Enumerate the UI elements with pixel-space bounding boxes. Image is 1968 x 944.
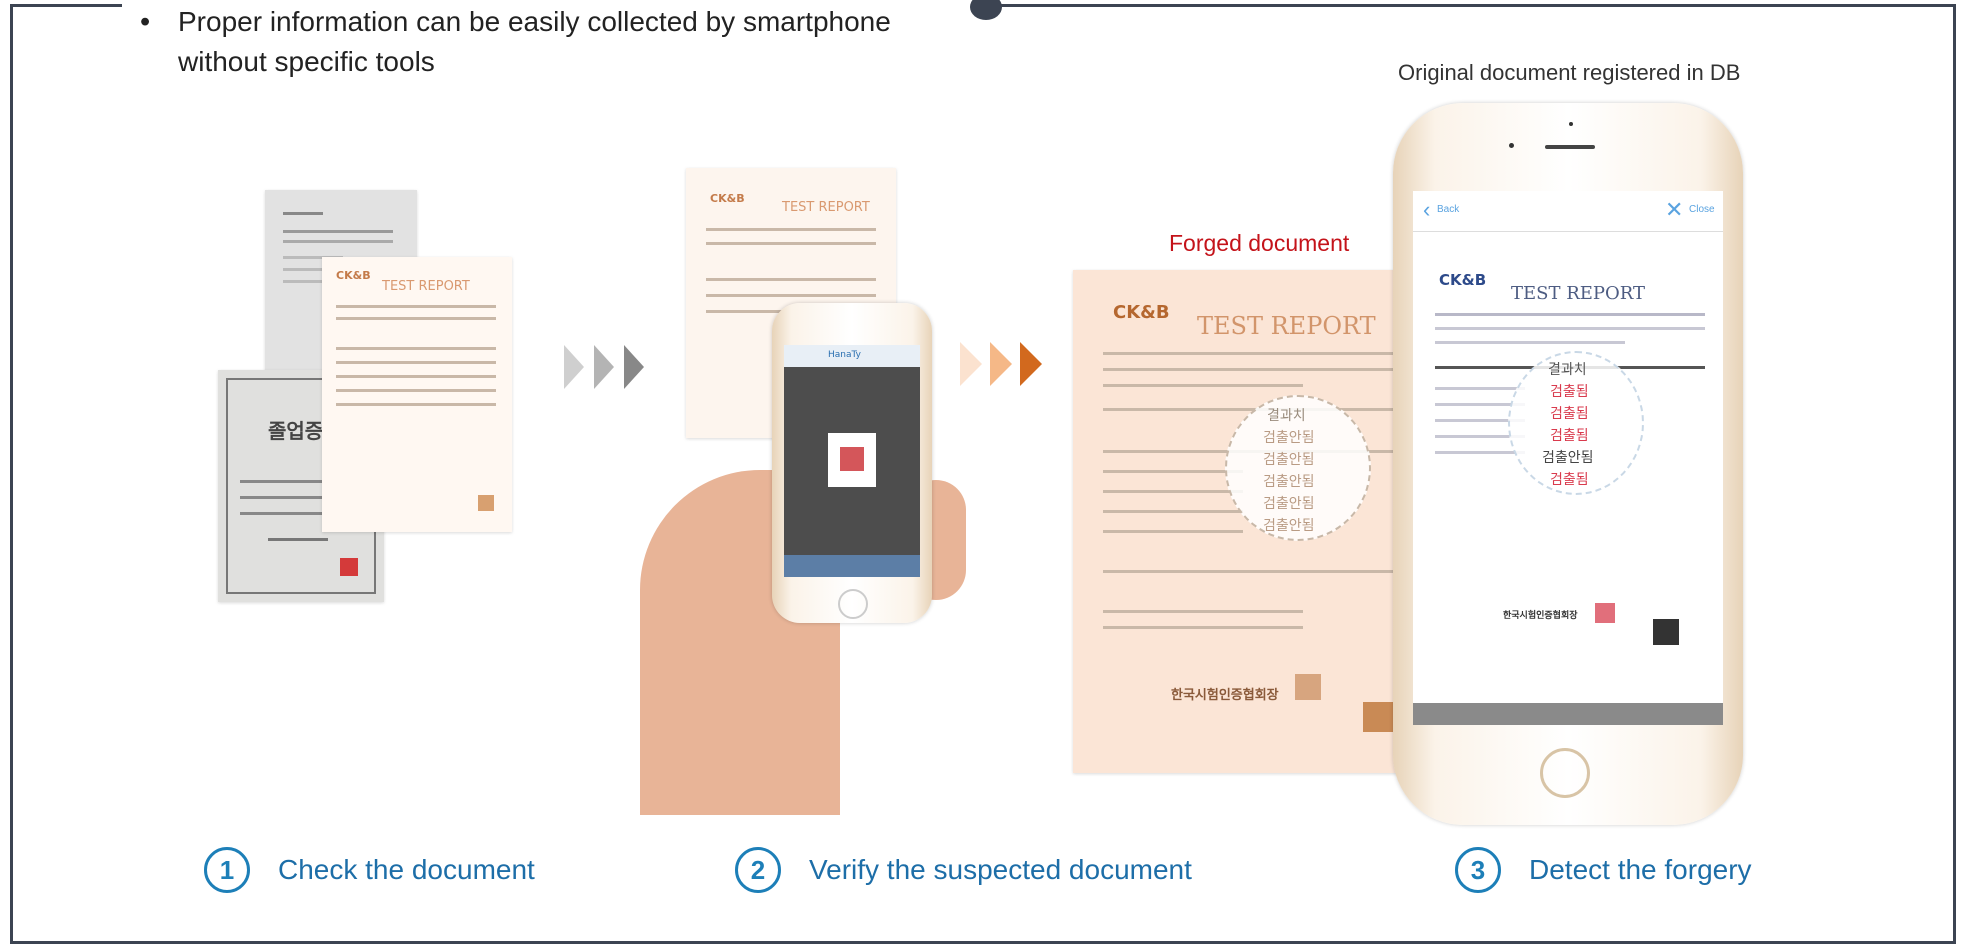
chevron-right-icon: [594, 345, 614, 389]
phone-screen: ‹ Back ✕ Close CK&B TEST REPORT 결과치 검출됨 …: [1413, 191, 1723, 725]
certificate-title: 졸업증: [268, 419, 324, 443]
qr-code-icon: [828, 433, 876, 487]
test-report-document: CK&B TEST REPORT: [322, 257, 512, 532]
report-title: TEST REPORT: [382, 279, 470, 294]
step-3: 3 Detect the forgery: [1455, 843, 1752, 897]
report-logo: CK&B: [336, 269, 371, 282]
forged-report-logo: CK&B: [1113, 302, 1170, 323]
close-icon[interactable]: ✕: [1665, 197, 1683, 223]
close-label[interactable]: Close: [1689, 204, 1715, 215]
scanning-phone: HanaTy: [772, 303, 932, 623]
step-3-label: Detect the forgery: [1529, 854, 1752, 885]
step-2-label: Verify the suspected document: [809, 854, 1192, 885]
original-document-phone: ‹ Back ✕ Close CK&B TEST REPORT 결과치 검출됨 …: [1393, 103, 1743, 825]
step-2: 2 Verify the suspected document: [735, 843, 1192, 897]
chevron-right-icon: [990, 342, 1012, 386]
db-seal-text: 한국시험인증협회장: [1503, 611, 1578, 621]
back-label[interactable]: Back: [1437, 204, 1459, 215]
db-zoom-circle: 결과치 검출됨 검출됨 검출됨 검출안됨 검출됨: [1508, 351, 1644, 495]
chevron-right-icon: [1020, 342, 1042, 386]
forged-document: CK&B TEST REPORT 결과치 검출안됨 검출안됨 검출안됨 검출안됨…: [1073, 270, 1430, 773]
bullet-marker: •: [140, 6, 151, 38]
phone-nav-bar: ‹ Back ✕ Close: [1413, 191, 1723, 232]
header-description: Proper information can be easily collect…: [178, 6, 891, 77]
step-1-label: Check the document: [278, 854, 535, 885]
db-report-title: TEST REPORT: [1511, 283, 1646, 304]
forged-zoom-circle: 결과치 검출안됨 검출안됨 검출안됨 검출안됨 검출안됨: [1225, 395, 1371, 541]
step-2-number-icon: 2: [735, 847, 781, 893]
caption-forged-document: Forged document: [1169, 230, 1350, 256]
home-button: [1540, 748, 1590, 798]
qr-code-icon: [1363, 702, 1393, 732]
forged-seal-text: 한국시험인증협회장: [1171, 688, 1279, 703]
step-1-number-icon: 1: [204, 847, 250, 893]
caption-original-document: Original document registered in DB: [1398, 60, 1741, 85]
forged-report-title: TEST REPORT: [1197, 312, 1376, 340]
step-3-number-icon: 3: [1455, 847, 1501, 893]
chevron-right-icon: [624, 345, 644, 389]
qr-code-icon: [1653, 619, 1679, 645]
phone-brand: HanaTy: [828, 350, 861, 360]
db-report-logo: CK&B: [1439, 271, 1487, 289]
chevron-right-icon: [960, 342, 982, 386]
frame-top-left-border: [10, 4, 122, 7]
back-icon[interactable]: ‹: [1423, 197, 1430, 223]
step-1: 1 Check the document: [204, 843, 535, 897]
frame-top-right-border: [995, 4, 1956, 7]
chevron-right-icon: [564, 345, 584, 389]
